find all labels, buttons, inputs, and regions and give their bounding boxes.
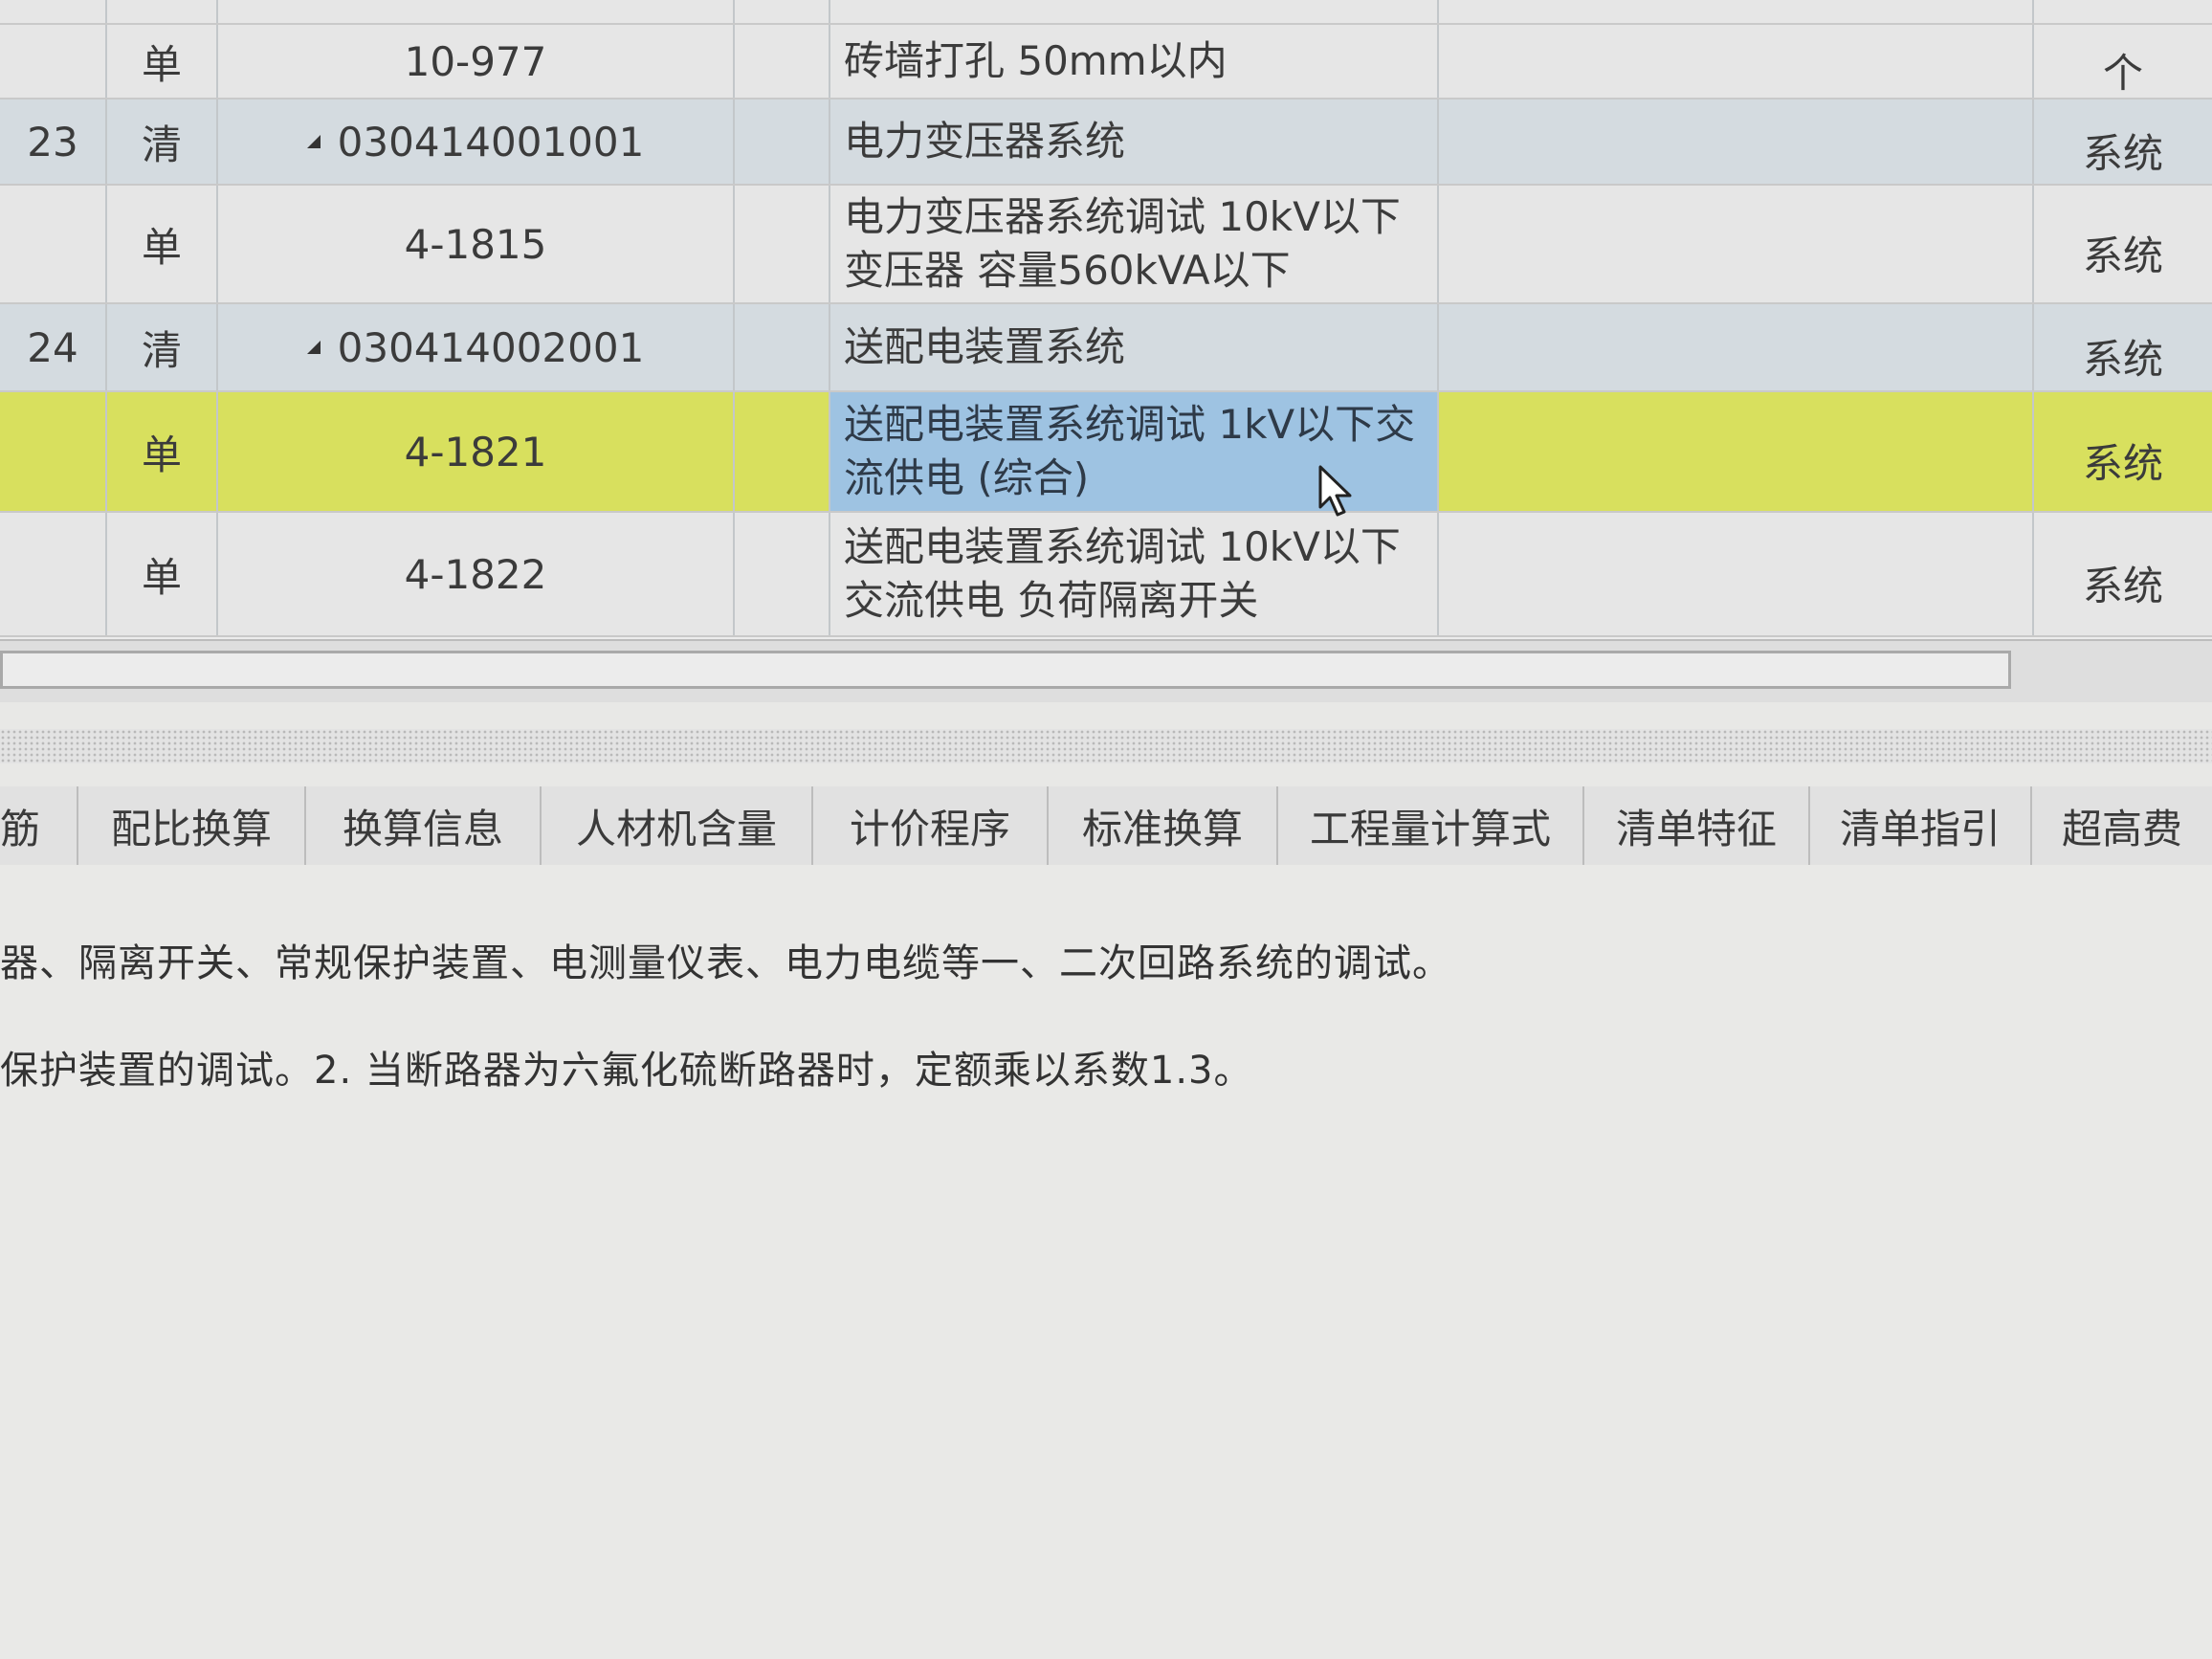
table-row[interactable]: 23 清 030414001001 电力变压器系统 系统 [0,100,2212,186]
row-type-cell: 单 [107,25,218,98]
row-blank-cell [735,25,830,98]
row-number-cell [0,25,107,98]
row-blank-cell [735,0,830,23]
row-feature-cell [1439,186,2034,302]
row-name-text: 送配电装置系统调试 10kV以下 交流供电 负荷隔离开关 [844,523,1401,624]
row-name-text: 电力变压器系统调试 10kV以下 变压器 容量560kVA以下 [844,193,1401,294]
row-unit-cell: 系统 [2082,129,2163,177]
row-code-cell: 4-1822 [218,513,735,635]
tab-labor-material-content[interactable]: 人材机含量 [542,786,813,865]
table-row[interactable]: 单 4-1815 电力变压器系统调试 10kV以下 变压器 容量560kVA以下… [0,186,2212,304]
table-row-selected[interactable]: 单 4-1821 送配电装置系统调试 1kV以下交流供电 (综合) 系统 [0,392,2212,513]
row-name-cell: 电力变压器系统 [830,100,1439,184]
row-code-cell: 10-977 [218,25,735,98]
item-grid: 单 10-977 砖墙打孔 50mm以内 个 23 清 030414001001… [0,0,2212,639]
row-unit-cell: 系统 [2082,232,2163,279]
row-number-cell [0,186,107,302]
row-unit-cell: 系统 [2082,562,2163,609]
tab-height-surcharge[interactable]: 超高费 [2032,786,2212,865]
row-type-cell: 单 [107,186,218,302]
row-feature-cell [1439,0,2034,23]
row-code-cell [218,0,735,23]
row-code-text: 030414001001 [337,118,645,166]
row-name-text: 砖墙打孔 50mm以内 [844,37,1228,84]
tab-partial[interactable]: 筋 [0,786,78,865]
tab-standard-conversion[interactable]: 标准换算 [1049,786,1278,865]
row-blank-cell [735,392,830,511]
detail-tab-bar: 筋 配比换算 换算信息 人材机含量 计价程序 标准换算 工程量计算式 清单特征 … [0,786,2212,868]
row-code-cell: 4-1815 [218,186,735,302]
row-name-cell: 砖墙打孔 50mm以内 [830,25,1439,98]
panel-splitter[interactable] [0,729,2212,763]
row-unit-cell [2034,0,2212,23]
row-blank-cell [735,513,830,635]
tab-quantity-formula[interactable]: 工程量计算式 [1278,786,1584,865]
row-number-cell [0,392,107,511]
tab-list-features[interactable]: 清单特征 [1584,786,1810,865]
collapse-triangle-icon[interactable] [306,135,321,148]
row-number-cell [0,0,107,23]
mouse-pointer-icon [1318,465,1352,517]
horizontal-scrollbar[interactable] [0,639,2212,702]
row-number-cell [0,513,107,635]
row-code-cell: 030414002001 [218,304,735,390]
row-type-cell: 单 [107,392,218,511]
row-feature-cell [1439,392,2034,511]
row-unit-cell: 系统 [2082,439,2163,487]
collapse-triangle-icon[interactable] [306,341,321,354]
table-row[interactable]: 单 4-1822 送配电装置系统调试 10kV以下 交流供电 负荷隔离开关 系统 [0,513,2212,637]
row-number-cell: 23 [0,100,107,184]
row-name-text: 送配电装置系统 [844,323,1126,370]
row-name-cell: 电力变压器系统调试 10kV以下 变压器 容量560kVA以下 [830,186,1439,302]
row-feature-cell [1439,25,2034,98]
row-unit-cell: 个 [2102,49,2143,97]
description-panel: 器、隔离开关、常规保护装置、电测量仪表、电力电缆等一、二次回路系统的调试。 保护… [0,865,2212,1659]
table-row-partial[interactable] [0,0,2212,25]
tab-list-guide[interactable]: 清单指引 [1810,786,2032,865]
row-feature-cell [1439,304,2034,390]
row-name-text: 电力变压器系统 [844,118,1126,165]
row-blank-cell [735,186,830,302]
row-name-cell [830,0,1439,23]
description-line-1: 器、隔离开关、常规保护装置、电测量仪表、电力电缆等一、二次回路系统的调试。 [0,941,1451,985]
row-number-cell: 24 [0,304,107,390]
row-name-cell: 送配电装置系统 [830,304,1439,390]
row-type-cell: 清 [107,304,218,390]
row-type-cell [107,0,218,23]
row-feature-cell [1439,100,2034,184]
row-code-text: 030414002001 [337,323,645,371]
tab-conversion-info[interactable]: 换算信息 [306,786,542,865]
tab-pricing-procedure[interactable]: 计价程序 [813,786,1049,865]
row-feature-cell [1439,513,2034,635]
table-row[interactable]: 单 10-977 砖墙打孔 50mm以内 个 [0,25,2212,100]
row-blank-cell [735,304,830,390]
row-unit-cell: 系统 [2082,335,2163,383]
row-code-cell: 4-1821 [218,392,735,511]
table-row[interactable]: 24 清 030414002001 送配电装置系统 系统 [0,304,2212,392]
row-blank-cell [735,100,830,184]
row-name-cell: 送配电装置系统调试 10kV以下 交流供电 负荷隔离开关 [830,513,1439,635]
description-line-2: 保护装置的调试。2. 当断路器为六氟化硫断路器时，定额乘以系数1.3。 [0,1049,1253,1093]
scrollbar-thumb[interactable] [0,651,2011,689]
row-type-cell: 单 [107,513,218,635]
row-type-cell: 清 [107,100,218,184]
row-code-cell: 030414001001 [218,100,735,184]
tab-ratio-conversion[interactable]: 配比换算 [78,786,306,865]
